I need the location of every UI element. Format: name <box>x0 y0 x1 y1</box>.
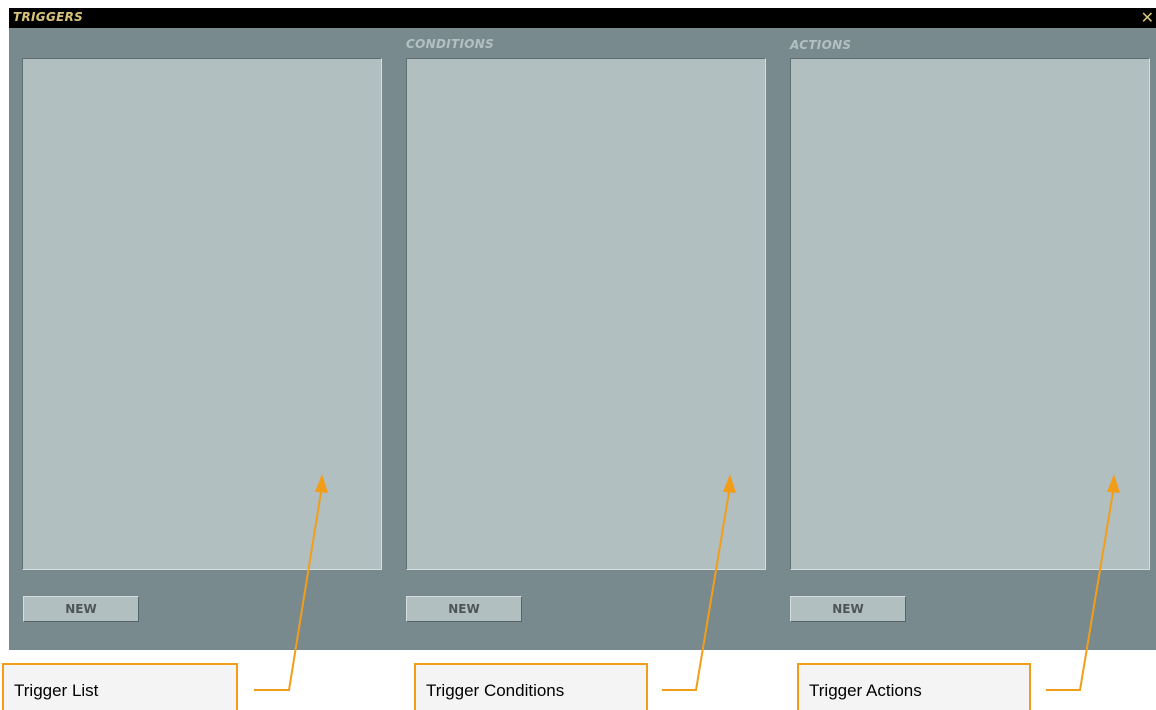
callout-arrows <box>254 474 1120 691</box>
arrow-trigger-actions <box>1046 485 1115 691</box>
arrowhead-trigger-list <box>315 474 328 493</box>
arrowhead-trigger-conditions <box>723 474 736 493</box>
arrowhead-trigger-actions <box>1107 474 1120 493</box>
arrow-trigger-conditions <box>662 485 731 691</box>
arrow-trigger-list <box>254 485 323 691</box>
